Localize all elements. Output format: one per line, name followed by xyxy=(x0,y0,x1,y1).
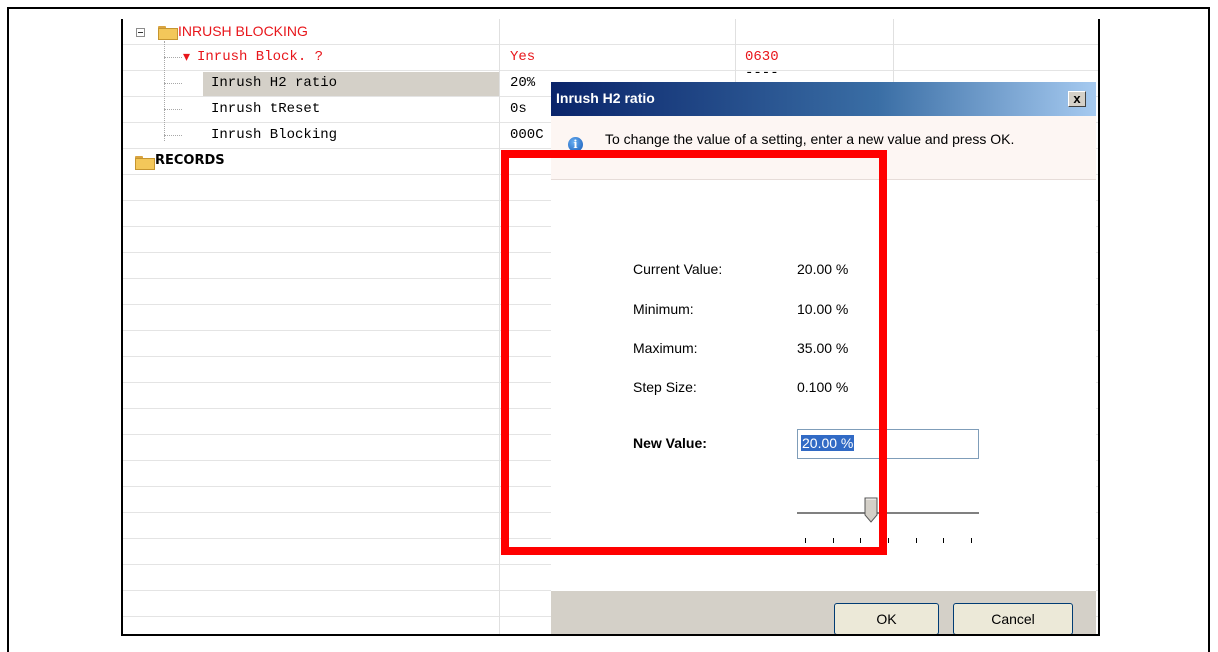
folder-open-icon xyxy=(158,26,178,40)
tree-row-inrush-blocking[interactable]: INRUSH BLOCKING xyxy=(123,19,499,45)
slider-tick xyxy=(943,538,945,543)
setting-address: 0630 xyxy=(745,49,779,65)
setting-value: 20% xyxy=(510,75,536,91)
setting-value: 0s xyxy=(510,101,527,117)
setting-label: Inrush tReset xyxy=(211,101,321,117)
collapse-icon[interactable] xyxy=(136,28,145,37)
tree-connector xyxy=(164,57,182,58)
slider-tick xyxy=(971,538,972,543)
ok-button[interactable]: OK xyxy=(834,603,939,634)
dialog-titlebar[interactable]: Inrush H2 ratio x xyxy=(551,82,1096,116)
tree-row-records[interactable]: RECORDS xyxy=(123,149,499,175)
tree-connector xyxy=(164,135,182,136)
setting-value: Yes xyxy=(510,49,536,65)
setting-label: Inrush H2 ratio xyxy=(211,75,338,91)
close-icon: x xyxy=(1073,91,1081,106)
dialog-title: Inrush H2 ratio xyxy=(556,90,655,106)
close-button[interactable]: x xyxy=(1068,91,1086,107)
setting-value: 000C xyxy=(510,127,544,143)
cancel-button[interactable]: Cancel xyxy=(953,603,1073,634)
setting-label: Inrush Block. ? xyxy=(197,49,324,65)
tree-connector xyxy=(164,109,182,110)
info-message: To change the value of a setting, enter … xyxy=(605,131,1015,147)
dialog-footer: OK Cancel xyxy=(551,591,1096,634)
folder-label: RECORDS xyxy=(155,153,225,168)
slider-tick xyxy=(888,538,889,543)
folder-label: INRUSH BLOCKING xyxy=(178,23,308,39)
setting-label: Inrush Blocking xyxy=(211,127,338,143)
folder-icon xyxy=(135,156,155,170)
slider-tick xyxy=(915,538,917,543)
tree-connector xyxy=(164,83,182,84)
flag-icon: ▾ xyxy=(183,50,191,66)
highlight-box xyxy=(501,150,887,555)
setting-address: ---- xyxy=(745,65,779,81)
tree-row-inrush-block[interactable]: ▾ Inrush Block. ? Yes 0630 xyxy=(123,45,1098,71)
